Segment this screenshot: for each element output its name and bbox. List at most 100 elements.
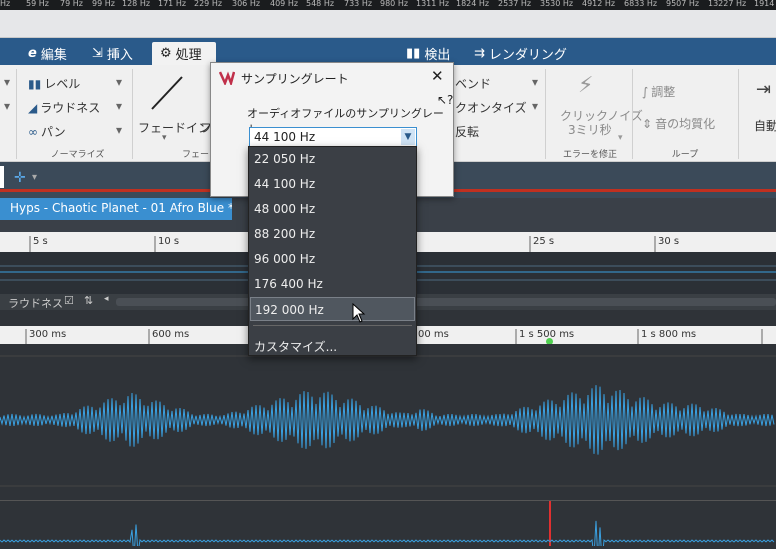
button-label: ラウドネス xyxy=(40,101,101,115)
option-customize[interactable]: カスタマイズ... xyxy=(250,333,415,357)
sort-icon[interactable]: ⇅ xyxy=(84,294,93,307)
add-track-icon[interactable]: ✛ xyxy=(14,170,26,186)
ruler-label: 30 s xyxy=(658,236,680,247)
freq-label: Hz xyxy=(0,0,11,8)
file-tab[interactable]: Hyps - Chaotic Planet - 01 Afro Blue * xyxy=(0,198,234,220)
option-96000[interactable]: 96 000 Hz xyxy=(250,247,415,271)
chevron-down-icon[interactable]: ▼ xyxy=(401,129,415,145)
scroll-left-icon[interactable]: ◂ xyxy=(104,294,109,304)
ruler-label: 600 ms xyxy=(152,329,190,340)
tab-process[interactable]: ⚙ 処理 xyxy=(152,42,216,65)
freq-label: 1914 xyxy=(754,0,775,8)
level-icon: ▮▮ xyxy=(28,76,42,91)
waveform-view-channel-2[interactable] xyxy=(0,500,776,549)
gears-icon: ⚙ xyxy=(160,46,172,61)
tab-label: 編集 xyxy=(40,48,67,63)
quantize-button[interactable]: クオンタイズ xyxy=(455,99,527,116)
ruler-label: 5 s xyxy=(33,236,48,247)
sampling-rate-dropdown: 22 050 Hz 44 100 Hz 48 000 Hz 88 200 Hz … xyxy=(248,146,417,356)
freq-label: 99 Hz xyxy=(92,0,115,8)
tab-label: 検出 xyxy=(424,48,451,63)
tab-edit[interactable]: e 編集 xyxy=(20,42,75,65)
freq-label: 6833 Hz xyxy=(624,0,658,8)
button-label: パン xyxy=(41,125,66,139)
waveform-channel-2 xyxy=(0,501,775,549)
group-label-loop: ループ xyxy=(671,150,699,160)
freq-label: 13227 Hz xyxy=(708,0,747,8)
horizontal-scrollbar[interactable] xyxy=(116,298,776,306)
group-label-normalize: ノーマライズ xyxy=(50,150,105,160)
divider xyxy=(738,69,739,159)
freq-label: 3530 Hz xyxy=(540,0,574,8)
pan-icon: ∞ xyxy=(28,124,38,139)
divider xyxy=(16,69,17,159)
auto-button[interactable]: 自動 xyxy=(754,117,776,134)
reverse-button[interactable]: 反転 xyxy=(455,123,479,140)
help-cursor-icon[interactable]: ↖? xyxy=(437,93,453,107)
button-label: 調整 xyxy=(651,85,676,99)
tab-render[interactable]: ⇉ レンダリング xyxy=(466,42,575,65)
insert-icon: ⇲ xyxy=(92,46,103,61)
track-edge xyxy=(0,166,4,188)
button-label: 音の均質化 xyxy=(655,117,716,131)
pan-button[interactable]: ∞ パン xyxy=(28,123,66,140)
frequency-ruler: Hz 59 Hz 79 Hz 99 Hz 128 Hz 171 Hz 229 H… xyxy=(0,0,776,10)
tone-equalize-button[interactable]: ⇕ 音の均質化 xyxy=(642,115,715,132)
chevron-down-icon[interactable]: ▾ xyxy=(618,133,623,143)
option-88200[interactable]: 88 200 Hz xyxy=(250,222,415,246)
chevron-down-icon[interactable]: ▾ xyxy=(4,75,10,89)
freq-label: 306 Hz xyxy=(232,0,261,8)
mouse-pointer-icon xyxy=(352,302,366,323)
divider xyxy=(632,69,633,159)
freq-label: 4912 Hz xyxy=(582,0,616,8)
toolbar-area xyxy=(0,10,776,38)
fade-in-icon xyxy=(150,75,184,111)
level-button[interactable]: ▮▮ レベル xyxy=(28,75,80,92)
waveform-view[interactable] xyxy=(0,344,776,500)
ruler-label: 300 ms xyxy=(29,329,67,340)
ruler-label: 10 s xyxy=(158,236,180,247)
freq-label: 548 Hz xyxy=(306,0,335,8)
pan-dropdown-chevron-icon[interactable]: ▾ xyxy=(116,123,122,137)
chevron-down-icon[interactable]: ▾ xyxy=(4,99,10,113)
freq-label: 59 Hz xyxy=(26,0,49,8)
check-icon[interactable]: ☑ xyxy=(64,294,74,307)
freq-label: 2537 Hz xyxy=(498,0,532,8)
freq-label: 171 Hz xyxy=(158,0,187,8)
loudness-dropdown-chevron-icon[interactable]: ▾ xyxy=(116,99,122,113)
ruler-label: 25 s xyxy=(533,236,555,247)
tab-label: レンダリング xyxy=(488,48,567,63)
ribbon-tabbar: e 編集 ⇲ 挿入 ⚙ 処理 ▮▮ 検出 ⇉ レンダリング xyxy=(0,38,776,65)
waveform-channel-1 xyxy=(0,355,776,487)
group-label-error-fix: エラーを修正 xyxy=(562,150,617,160)
app-logo-icon xyxy=(218,69,236,88)
option-192000[interactable]: 192 000 Hz xyxy=(250,297,415,321)
loudness-toggle[interactable]: ラウドネス xyxy=(8,295,63,311)
chevron-down-icon[interactable]: ▾ xyxy=(532,99,538,113)
chevron-down-icon[interactable]: ▾ xyxy=(32,172,37,183)
option-176400[interactable]: 176 400 Hz xyxy=(250,272,415,296)
close-icon[interactable]: ✕ xyxy=(431,67,444,85)
option-48000[interactable]: 48 000 Hz xyxy=(250,197,415,221)
loudness-button[interactable]: ◢ ラウドネス xyxy=(28,99,100,116)
lightning-icon: ⚡ xyxy=(578,73,594,98)
chevron-down-icon[interactable]: ▾ xyxy=(532,75,538,89)
sampling-rate-select[interactable]: 44 100 Hz ▼ xyxy=(249,127,417,147)
tab-label: 処理 xyxy=(175,48,202,63)
auto-icon: ⇥ xyxy=(756,79,772,100)
freq-label: 1311 Hz xyxy=(416,0,450,8)
option-22050[interactable]: 22 050 Hz xyxy=(250,147,415,171)
divider xyxy=(545,69,546,159)
tab-insert[interactable]: ⇲ 挿入 xyxy=(84,42,141,65)
equalize-icon: ⇕ xyxy=(642,116,653,131)
level-dropdown-chevron-icon[interactable]: ▾ xyxy=(116,75,122,89)
dialog-title: サンプリングレート xyxy=(241,72,349,86)
freq-label: 733 Hz xyxy=(344,0,373,8)
chevron-down-icon[interactable]: ▾ xyxy=(162,133,167,143)
freq-label: 128 Hz xyxy=(122,0,151,8)
freq-label: 229 Hz xyxy=(194,0,223,8)
bend-button[interactable]: ベンド xyxy=(455,75,491,92)
loudness-icon: ◢ xyxy=(28,100,38,115)
adjust-button[interactable]: ∫ 調整 xyxy=(642,83,675,100)
option-44100[interactable]: 44 100 Hz xyxy=(250,172,415,196)
